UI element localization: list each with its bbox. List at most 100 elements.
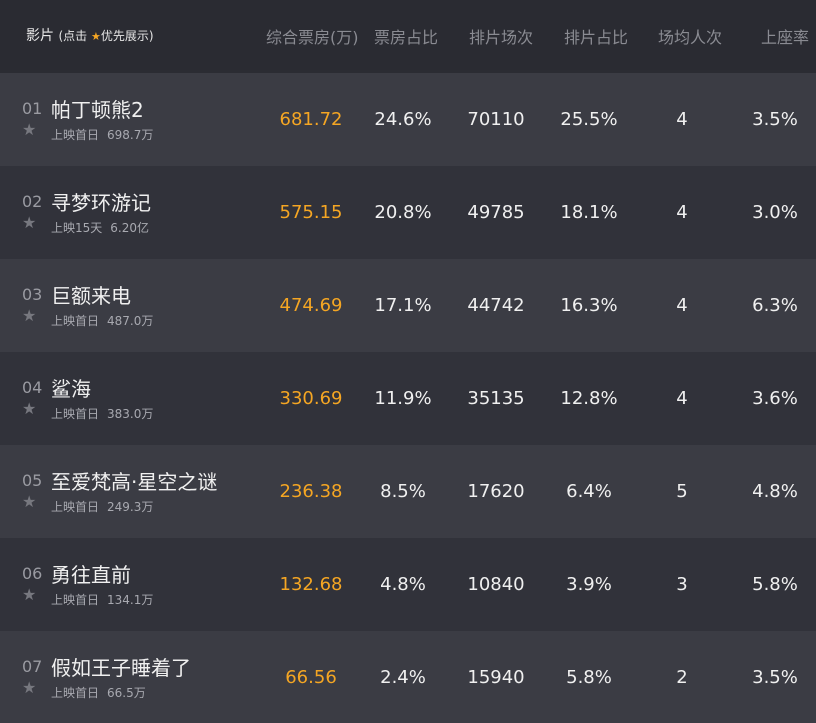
table-row[interactable]: 06 ★ 勇往直前上映首日 134.1万 132.68 4.8% 10840 3.9% 3 5.8…: [0, 538, 816, 631]
occupancy-value: 5.8%: [752, 574, 798, 595]
cumulative-boxoffice: 134.1万: [107, 593, 154, 607]
star-icon[interactable]: ★: [22, 680, 36, 696]
avg-people-value: 5: [676, 481, 688, 502]
avg-people-value: 4: [676, 202, 688, 223]
box-ratio-value: 8.5%: [380, 481, 426, 502]
header-shows[interactable]: 排片场次: [469, 24, 533, 48]
avg-people-value: 4: [676, 109, 688, 130]
boxoffice-value: 681.72: [279, 109, 343, 130]
film-title: 鲨海: [51, 377, 91, 401]
box-ratio-value: 17.1%: [374, 295, 432, 316]
occupancy-value: 3.6%: [752, 388, 798, 409]
film-title: 巨额来电: [51, 284, 131, 308]
rank-number: 05: [22, 471, 43, 490]
boxoffice-value: 474.69: [279, 295, 343, 316]
release-day: 上映首日: [51, 500, 100, 514]
release-day: 上映首日: [51, 593, 100, 607]
release-info: 上映首日 66.5万: [51, 684, 146, 701]
cumulative-boxoffice: 6.20亿: [110, 221, 150, 235]
release-day: 上映15天: [51, 221, 103, 235]
release-day: 上映首日: [51, 314, 100, 328]
star-icon[interactable]: ★: [22, 587, 36, 603]
film-title: 寻梦环游记: [51, 191, 151, 215]
shows-value: 15940: [467, 667, 525, 688]
table-row[interactable]: 03 ★ 巨额来电 上映首日 487.0万 474.69 17.1% 44742 16.3% 4 6…: [0, 259, 816, 352]
table-header: 影片 (点击 ★优先展示) 综合票房(万) 票房占比 排片场次 排片占比 场均人…: [0, 0, 816, 70]
header-film: 影片 (点击 ★优先展示): [26, 25, 154, 45]
cumulative-boxoffice: 249.3万: [107, 500, 154, 514]
header-film-label: 影片: [26, 28, 54, 44]
table-row[interactable]: 04 ★ 鲨海上映首日 383.0万 330.69 11.9% 35135 12.8% 4 3.6…: [0, 352, 816, 445]
shows-value: 35135: [467, 388, 525, 409]
avg-people-value: 4: [676, 295, 688, 316]
avg-people-value: 4: [676, 388, 688, 409]
table-row[interactable]: 01 ★ 帕丁顿熊2 上映首日 698.7万 681.72 24.6% 70110 25.5% 4…: [0, 73, 816, 166]
occupancy-value: 6.3%: [752, 295, 798, 316]
star-icon[interactable]: ★: [22, 122, 36, 138]
cumulative-boxoffice: 383.0万: [107, 407, 154, 421]
header-hint-prefix: (点击: [58, 29, 88, 43]
box-ratio-value: 4.8%: [380, 574, 426, 595]
boxoffice-value: 66.56: [285, 667, 337, 688]
show-ratio-value: 16.3%: [560, 295, 618, 316]
shows-value: 70110: [467, 109, 525, 130]
header-avg-people[interactable]: 场均人次: [658, 24, 722, 48]
header-boxoffice[interactable]: 综合票房(万): [266, 24, 359, 48]
occupancy-value: 4.8%: [752, 481, 798, 502]
box-ratio-value: 24.6%: [374, 109, 432, 130]
shows-value: 17620: [467, 481, 525, 502]
show-ratio-value: 25.5%: [560, 109, 618, 130]
shows-value: 44742: [467, 295, 525, 316]
boxoffice-board: 影片 (点击 ★优先展示) 综合票房(万) 票房占比 排片场次 排片占比 场均人…: [0, 0, 816, 723]
rank-number: 06: [22, 564, 43, 583]
table-row[interactable]: 05 ★ 至爱梵高·星空之谜上映首日 249.3万 236.38 8.5% 17620 6.4…: [0, 445, 816, 538]
header-hint: (点击 ★优先展示): [58, 29, 153, 43]
rank-number: 04: [22, 378, 43, 397]
avg-people-value: 3: [676, 574, 688, 595]
release-day: 上映首日: [51, 407, 100, 421]
occupancy-value: 3.5%: [752, 109, 798, 130]
table-row[interactable]: 02 ★ 寻梦环游记上映15天 6.20亿 575.15 20.8% 49785 18.1% 4…: [0, 166, 816, 259]
header-box-ratio[interactable]: 票房占比: [374, 24, 438, 48]
star-icon[interactable]: ★: [22, 401, 36, 417]
rank-number: 01: [22, 99, 43, 118]
shows-value: 49785: [467, 202, 525, 223]
cumulative-boxoffice: 487.0万: [107, 314, 154, 328]
show-ratio-value: 6.4%: [566, 481, 612, 502]
show-ratio-value: 12.8%: [560, 388, 618, 409]
star-icon[interactable]: ★: [22, 215, 36, 231]
header-occupancy[interactable]: 上座率: [761, 24, 809, 48]
shows-value: 10840: [467, 574, 525, 595]
show-ratio-value: 18.1%: [560, 202, 618, 223]
release-info: 上映首日 249.3万: [51, 498, 153, 515]
film-title: 勇往直前: [51, 563, 131, 587]
film-title: 帕丁顿熊2: [51, 98, 144, 122]
star-icon[interactable]: ★: [22, 308, 36, 324]
box-ratio-value: 11.9%: [374, 388, 432, 409]
occupancy-value: 3.5%: [752, 667, 798, 688]
release-info: 上映15天 6.20亿: [51, 219, 149, 236]
rank-number: 07: [22, 657, 43, 676]
occupancy-value: 3.0%: [752, 202, 798, 223]
rank-number: 02: [22, 192, 43, 211]
table-row[interactable]: 07 ★ 假如王子睡着了 上映首日 66.5万 66.56 2.4% 15940 5.8% 2 3.…: [0, 631, 816, 723]
release-info: 上映首日 487.0万: [51, 312, 153, 329]
boxoffice-value: 575.15: [279, 202, 343, 223]
show-ratio-value: 3.9%: [566, 574, 612, 595]
release-info: 上映首日 134.1万: [51, 591, 153, 608]
boxoffice-value: 330.69: [279, 388, 343, 409]
header-hint-suffix: 优先展示): [100, 29, 154, 43]
release-day: 上映首日: [51, 128, 100, 142]
header-show-ratio[interactable]: 排片占比: [564, 24, 628, 48]
film-title: 至爱梵高·星空之谜: [51, 470, 218, 494]
release-info: 上映首日 698.7万: [51, 126, 153, 143]
star-icon: ★: [90, 30, 101, 43]
cumulative-boxoffice: 698.7万: [107, 128, 154, 142]
box-ratio-value: 20.8%: [374, 202, 432, 223]
cumulative-boxoffice: 66.5万: [107, 686, 146, 700]
avg-people-value: 2: [676, 667, 688, 688]
boxoffice-value: 236.38: [279, 481, 343, 502]
release-info: 上映首日 383.0万: [51, 405, 153, 422]
boxoffice-value: 132.68: [279, 574, 343, 595]
star-icon[interactable]: ★: [22, 494, 36, 510]
